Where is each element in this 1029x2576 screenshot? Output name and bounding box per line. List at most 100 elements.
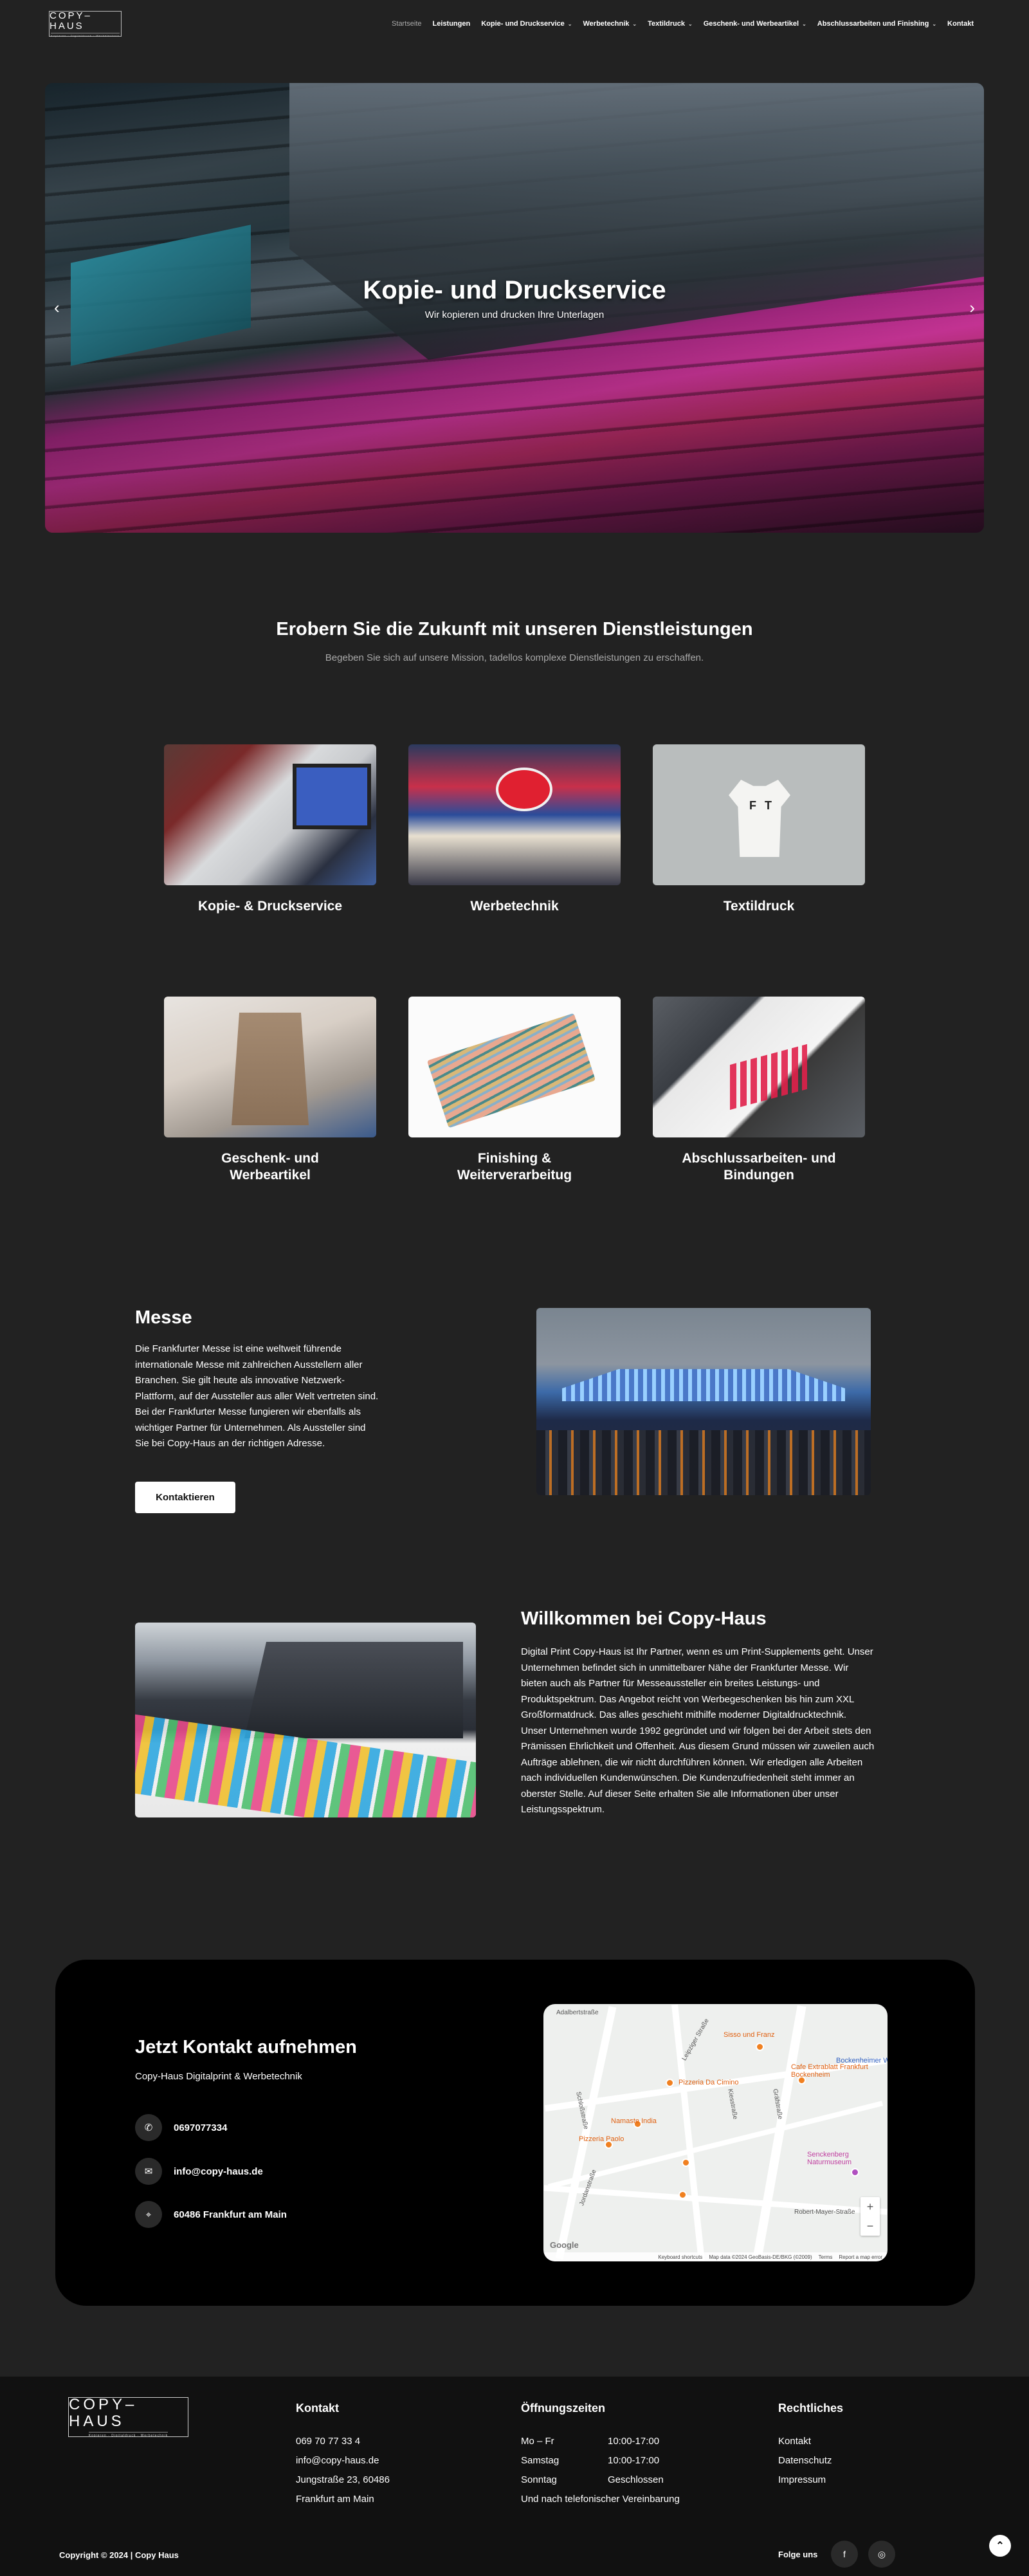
contact-title: Jetzt Kontakt aufnehmen bbox=[135, 2037, 357, 2057]
logo-text: COPY–HAUS bbox=[50, 10, 92, 32]
map-pin-icon[interactable] bbox=[678, 2191, 687, 2199]
slider-next-icon[interactable]: › bbox=[969, 298, 975, 318]
logo-tagline: Kopieren · Digitaldruck · Werbetechnik bbox=[51, 32, 120, 37]
logo-tagline: Kopieren · Digitaldruck · Werbetechnik bbox=[88, 2432, 168, 2438]
report-error-link[interactable]: Report a map error bbox=[839, 2254, 882, 2260]
printer-image bbox=[135, 1623, 476, 1817]
nav-label: Startseite bbox=[392, 20, 422, 28]
map-road bbox=[555, 2006, 617, 2259]
contact-address[interactable]: ⌖ 60486 Frankfurt am Main bbox=[135, 2201, 287, 2228]
scroll-to-top-icon[interactable]: ⌃ bbox=[989, 2535, 1011, 2557]
nav-label: Kontakt bbox=[947, 20, 974, 28]
facebook-icon[interactable]: f bbox=[831, 2541, 858, 2568]
instagram-icon[interactable]: ◎ bbox=[868, 2541, 895, 2568]
terms-link[interactable]: Terms bbox=[819, 2254, 833, 2260]
service-card-kopie-druck[interactable]: Kopie- & Druckservice bbox=[164, 744, 376, 915]
zoom-in-icon[interactable]: + bbox=[861, 2197, 880, 2216]
map-data-text: Map data ©2024 GeoBasis-DE/BKG (©2009) bbox=[709, 2254, 812, 2260]
footer-link-datenschutz[interactable]: Datenschutz bbox=[778, 2451, 843, 2470]
map-poi: Senckenberg Naturmuseum bbox=[807, 2151, 852, 2166]
service-image bbox=[653, 744, 865, 885]
contact-email[interactable]: ✉ info@copy-haus.de bbox=[135, 2158, 263, 2185]
kontaktieren-button[interactable]: Kontaktieren bbox=[135, 1482, 235, 1513]
map-pin-icon[interactable] bbox=[851, 2168, 859, 2176]
nav-item-leistungen[interactable]: Leistungen bbox=[433, 20, 471, 28]
service-label: Finishing & Weiterverarbeitug bbox=[457, 1151, 572, 1182]
hero-subtitle: Wir kopieren und drucken Ihre Unterlagen bbox=[424, 309, 605, 320]
map-poi: Pizzeria Paolo bbox=[579, 2135, 624, 2143]
keyboard-shortcuts-link[interactable]: Keyboard shortcuts bbox=[658, 2254, 702, 2260]
messe-image bbox=[536, 1308, 871, 1495]
messe-title: Messe bbox=[135, 1307, 192, 1328]
services-title: Erobern Sie die Zukunft mit unseren Dien… bbox=[276, 619, 753, 639]
map-poi: Namaste India bbox=[611, 2117, 657, 2125]
google-map[interactable]: Schloßstraße Leipziger Straße Kiesstraße… bbox=[543, 2004, 888, 2261]
footer-heading: Rechtliches bbox=[778, 2402, 844, 2415]
map-pin-icon[interactable] bbox=[666, 2079, 674, 2087]
nav-item-werbetechnik[interactable]: Werbetechnik ⌄ bbox=[583, 20, 637, 28]
hours-day: Samstag bbox=[521, 2455, 560, 2466]
email-text: info@copy-haus.de bbox=[174, 2166, 263, 2177]
footer-email[interactable]: info@copy-haus.de bbox=[296, 2451, 390, 2470]
nav-item-startseite[interactable]: Startseite bbox=[392, 20, 421, 28]
map-poi: Cafe Extrablatt Frankfurt Bockenheim bbox=[791, 2063, 868, 2079]
chevron-down-icon: ⌄ bbox=[932, 21, 937, 27]
messe-text: Die Frankfurter Messe ist eine weltweit … bbox=[135, 1343, 379, 1449]
footer-phone[interactable]: 069 70 77 33 4 bbox=[296, 2432, 390, 2451]
hours-row: Sonntag Geschlossen bbox=[521, 2470, 680, 2490]
hours-day: Mo – Fr bbox=[521, 2436, 554, 2447]
map-pin-icon[interactable] bbox=[756, 2043, 764, 2051]
top-navigation: COPY–HAUS Kopieren · Digitaldruck · Werb… bbox=[0, 0, 1029, 50]
hours-row: Samstag 10:00-17:00 bbox=[521, 2451, 680, 2470]
location-pin-icon: ⌖ bbox=[135, 2201, 162, 2228]
nav-label: Kopie- und Druckservice bbox=[481, 20, 565, 28]
map-pin-icon[interactable] bbox=[682, 2158, 690, 2167]
footer-hours: Öffnungszeiten Mo – Fr 10:00-17:00 Samsta… bbox=[521, 2402, 680, 2509]
nav-label: Werbetechnik bbox=[583, 20, 630, 28]
nav-item-geschenk-werbeartikel[interactable]: Geschenk- und Werbeartikel ⌄ bbox=[704, 20, 806, 28]
map-street-label: Kiesstraße bbox=[726, 2088, 739, 2120]
google-logo: Google bbox=[550, 2240, 579, 2250]
map-street-label: Adalbertstraße bbox=[556, 2009, 599, 2016]
nav-item-abschlussarbeiten-finishing[interactable]: Abschlussarbeiten und Finishing ⌄ bbox=[817, 20, 936, 28]
service-image bbox=[164, 997, 376, 1137]
nav-label: Abschlussarbeiten und Finishing bbox=[817, 20, 929, 28]
nav-item-textildruck[interactable]: Textildruck ⌄ bbox=[648, 20, 693, 28]
site-logo[interactable]: COPY–HAUS Kopieren · Digitaldruck · Werb… bbox=[49, 10, 122, 37]
chevron-down-icon: ⌄ bbox=[632, 21, 637, 27]
service-card-werbetechnik[interactable]: Werbetechnik bbox=[408, 744, 621, 915]
map-road bbox=[671, 2004, 705, 2261]
service-card-textildruck[interactable]: Textildruck bbox=[653, 744, 865, 915]
footer-link-impressum[interactable]: Impressum bbox=[778, 2470, 843, 2490]
service-image bbox=[408, 997, 621, 1137]
hours-time: 10:00-17:00 bbox=[608, 2455, 660, 2466]
zoom-out-icon[interactable]: − bbox=[861, 2216, 880, 2236]
map-road bbox=[547, 2101, 884, 2189]
service-card-geschenk-werbeartikel[interactable]: Geschenk- und Werbeartikel bbox=[164, 997, 376, 1184]
footer-heading: Kontakt bbox=[296, 2402, 339, 2415]
slider-prev-icon[interactable]: ‹ bbox=[54, 298, 60, 318]
service-image bbox=[653, 997, 865, 1137]
footer-street: Jungstraße 23, 60486 bbox=[296, 2474, 390, 2485]
hours-note: Und nach telefonischer Vereinbarung bbox=[521, 2494, 680, 2505]
service-label: Kopie- & Druckservice bbox=[197, 899, 343, 914]
mail-icon: ✉ bbox=[135, 2158, 162, 2185]
services-subtitle: Begeben Sie sich auf unsere Mission, tad… bbox=[325, 652, 704, 663]
footer-legal: Rechtliches Kontakt Datenschutz Impressu… bbox=[778, 2402, 843, 2490]
service-card-finishing[interactable]: Finishing & Weiterverarbeitug bbox=[408, 997, 621, 1184]
nav-item-kontakt[interactable]: Kontakt bbox=[947, 20, 974, 28]
hero-title: Kopie- und Druckservice bbox=[363, 276, 666, 304]
hero-slider: Kopie- und Druckservice Wir kopieren und… bbox=[45, 83, 984, 533]
footer-link-kontakt[interactable]: Kontakt bbox=[778, 2432, 843, 2451]
footer-logo[interactable]: COPY–HAUS Kopieren · Digitaldruck · Werb… bbox=[68, 2397, 188, 2438]
hours-time: 10:00-17:00 bbox=[608, 2436, 660, 2447]
contact-phone[interactable]: ✆ 0697077334 bbox=[135, 2114, 227, 2141]
chevron-down-icon: ⌄ bbox=[688, 21, 693, 27]
map-attribution: Keyboard shortcuts Map data ©2024 GeoBas… bbox=[543, 2252, 888, 2261]
chevron-down-icon: ⌄ bbox=[802, 21, 806, 27]
footer-heading: Öffnungszeiten bbox=[521, 2402, 605, 2415]
contact-subtitle: Copy-Haus Digitalprint & Werbetechnik bbox=[135, 2071, 302, 2082]
phone-text: 0697077334 bbox=[174, 2122, 228, 2133]
service-card-abschlussarbeiten[interactable]: Abschlussarbeiten- und Bindungen bbox=[653, 997, 865, 1184]
nav-item-kopie-druckservice[interactable]: Kopie- und Druckservice ⌄ bbox=[481, 20, 572, 28]
